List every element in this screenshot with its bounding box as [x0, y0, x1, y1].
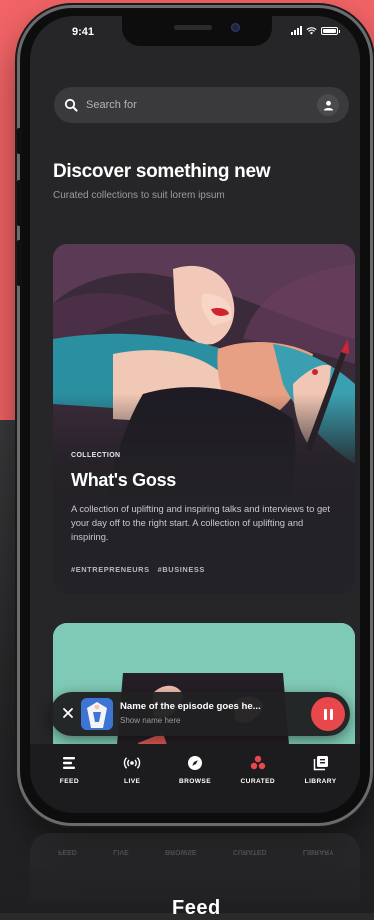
card-title: What's Goss: [71, 470, 176, 490]
volume-down-button: [17, 240, 22, 286]
tab-bar: FEED LIVE BROWSE CURATED LIBRARY: [30, 744, 360, 813]
tab-browse[interactable]: BROWSE: [169, 754, 221, 813]
tab-feed-label: FEED: [59, 778, 79, 785]
search-bar: [54, 87, 349, 123]
speaker-grille: [174, 25, 212, 30]
tag-entrepreneurs[interactable]: #ENTREPRENEURS: [71, 565, 150, 574]
curated-icon: [250, 755, 265, 770]
battery-icon: [321, 26, 340, 35]
tab-library[interactable]: LIBRARY: [295, 754, 347, 813]
tag-business[interactable]: #BUSINESS: [158, 565, 205, 574]
search-icon: [64, 98, 78, 112]
tab-library-label: LIBRARY: [304, 778, 337, 785]
episode-title: Name of the episode goes he...: [120, 701, 261, 712]
reflection-label-browse: BROWSE: [165, 848, 197, 855]
page-title: Discover something new: [53, 161, 271, 182]
phone-frame: 9:41 Disco: [17, 8, 370, 823]
pause-button[interactable]: [311, 697, 345, 731]
status-icons: [291, 26, 340, 35]
card-eyebrow: COLLECTION: [71, 452, 121, 459]
reflection-label-curated: CURATED: [232, 848, 267, 855]
screen-caption: Feed: [172, 897, 221, 919]
feed-icon: [63, 757, 76, 769]
show-name: Show name here: [120, 716, 181, 725]
close-icon[interactable]: [60, 705, 76, 721]
mute-switch: [17, 128, 22, 154]
wifi-icon: [306, 26, 317, 35]
front-camera: [231, 23, 240, 32]
search-input[interactable]: [84, 98, 317, 112]
collection-card[interactable]: COLLECTION What's Goss A collection of u…: [53, 244, 355, 594]
tab-curated-label: CURATED: [240, 778, 276, 785]
reflection-labels: FEED LIVE BROWSE CURATED LIBRARY: [40, 848, 352, 855]
status-time: 9:41: [72, 26, 95, 38]
tab-live-label: LIVE: [124, 778, 141, 785]
page-subtitle: Curated collections to suit lorem ipsum: [53, 190, 225, 201]
card-gradient-overlay: [53, 394, 355, 594]
tab-feed[interactable]: FEED: [43, 754, 95, 813]
browse-icon: [187, 756, 202, 770]
volume-up-button: [17, 180, 22, 226]
card-description: A collection of uplifting and inspiring …: [71, 503, 331, 542]
tab-live[interactable]: LIVE: [106, 754, 158, 813]
profile-button[interactable]: [317, 94, 339, 116]
episode-artwork: [81, 698, 113, 730]
episode-thumbnail: [81, 698, 113, 730]
reflection-label-feed: FEED: [58, 848, 77, 855]
mini-player[interactable]: Name of the episode goes he... Show name…: [50, 692, 350, 736]
tab-curated[interactable]: CURATED: [232, 754, 284, 813]
tab-browse-label: BROWSE: [178, 778, 212, 785]
pause-icon-bar: [329, 708, 333, 720]
user-icon: [323, 100, 333, 111]
library-icon: [313, 756, 328, 771]
phone-screen: 9:41 Disco: [30, 16, 360, 813]
signal-icon: [291, 26, 302, 35]
live-icon: [123, 757, 141, 769]
card-tags: #ENTREPRENEURS #BUSINESS: [71, 565, 205, 574]
pause-icon: [323, 708, 327, 720]
notch: [122, 16, 272, 46]
reflection-label-live: LIVE: [113, 848, 129, 855]
reflection-label-library: LIBRARY: [302, 848, 334, 855]
